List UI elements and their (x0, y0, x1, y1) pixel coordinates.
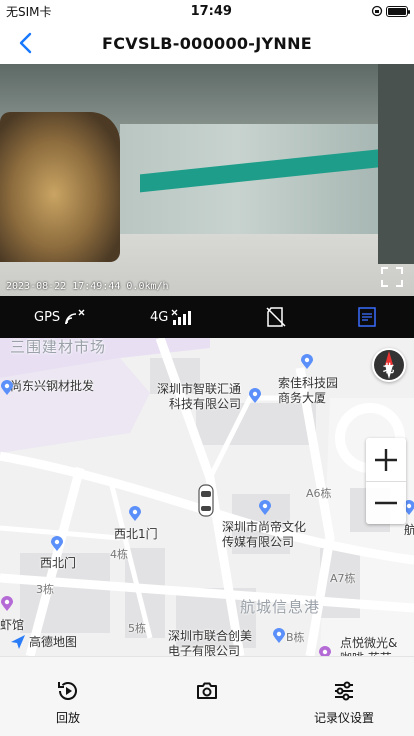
map-label-shangdi: 深圳市尚帝文化 传媒有限公司 (222, 520, 307, 549)
map-poi-icon[interactable] (0, 380, 14, 396)
sd-card-status[interactable] (265, 296, 287, 338)
map-poi-icon[interactable] (272, 628, 286, 644)
chevron-left-icon (19, 32, 32, 54)
amap-logo-text: 高德地图 (29, 635, 78, 649)
map-poi-icon[interactable] (0, 596, 14, 612)
amap-logo: 高德地图 (10, 633, 77, 650)
map-label-a6: A6栋 (306, 487, 332, 500)
gps-signal-off-icon (65, 309, 85, 325)
no-sd-card-icon (266, 307, 286, 327)
map-poi-icon[interactable] (50, 536, 64, 552)
map-poi-icon[interactable] (248, 388, 262, 404)
battery-icon (386, 5, 410, 17)
snapshot-button[interactable] (195, 679, 219, 709)
map-label-suojia: 索佳科技园 商务大厦 (278, 376, 339, 405)
map-label-xiaguan: 虾馆 (0, 618, 25, 632)
map-poi-icon[interactable] (300, 354, 314, 370)
map-poi-icon[interactable] (128, 506, 142, 522)
map-label-lianhe: 深圳市联合创美 电子有限公司 (168, 629, 253, 656)
gps-status: GPS (34, 296, 86, 338)
map-label-area-top: 三围建材市场 (10, 338, 107, 356)
live-video[interactable]: 2023-08-22 17:49:44 0.0km/h (0, 64, 414, 296)
status-icons (371, 5, 410, 17)
fullscreen-button[interactable] (380, 266, 404, 288)
carrier-label: 无SIM卡 (6, 4, 52, 19)
document-icon (358, 307, 376, 327)
plus-icon (375, 448, 397, 471)
status-bar: 无SIM卡 17:49 (0, 0, 414, 22)
playback-label: 回放 (56, 711, 81, 725)
map-label-dong3: 3栋 (36, 583, 54, 596)
gps-label: GPS (34, 309, 61, 325)
zoom-in-button[interactable] (366, 438, 406, 481)
map-label-shangdong: 尚东兴钢材批发 (10, 379, 95, 393)
fullscreen-icon (381, 267, 403, 287)
settings-sliders-icon (335, 681, 353, 701)
minus-icon (375, 501, 397, 505)
map-label-hangcheng: 航城信息港 (240, 598, 321, 616)
orientation-lock-icon (371, 5, 383, 17)
video-right-wall (378, 64, 414, 264)
log-button[interactable] (356, 296, 378, 338)
compass-button[interactable]: 北 (372, 348, 406, 382)
recorder-settings-label: 记录仪设置 (314, 711, 375, 725)
nav-bar: FCVSLB-000000-JYNNE (0, 22, 414, 64)
zoom-controls (366, 438, 406, 524)
cellular-signal-icon (171, 309, 192, 325)
map-poi-icon[interactable] (258, 500, 272, 516)
map-label-zhihui: 深圳市智联汇通 科技有限公司 (157, 382, 242, 411)
device-status-bar: GPS 4G (0, 296, 414, 338)
map-view[interactable]: 三围建材市场 尚东兴钢材批发 深圳市智联汇通 科技有限公司 索佳科技园 商务大厦… (0, 338, 414, 656)
compass-north-label: 北 (383, 362, 394, 375)
map-label-hang: 航 (404, 523, 414, 537)
clock: 17:49 (190, 3, 232, 19)
map-label-dianyue: 点悦微光& 咖啡·花艺 (340, 636, 398, 656)
video-timestamp: 2023-08-22 17:49:44 0.0km/h (6, 281, 169, 292)
vehicle-marker-icon[interactable] (196, 484, 216, 518)
map-poi-icon[interactable] (318, 646, 332, 656)
zoom-out-button[interactable] (366, 481, 406, 524)
map-label-a7: A7栋 (330, 572, 356, 585)
recorder-settings-button[interactable]: 记录仪设置 (314, 679, 374, 726)
network-label: 4G (150, 309, 169, 325)
amap-logo-icon (11, 634, 25, 649)
playback-button[interactable]: 回放 (56, 679, 80, 726)
back-button[interactable] (18, 30, 44, 56)
playback-icon (58, 682, 77, 700)
video-foreground-object (0, 112, 120, 262)
map-label-dong5: 5栋 (128, 622, 146, 635)
bottom-toolbar: 回放 记录仪设置 (0, 656, 414, 736)
network-status: 4G (150, 296, 192, 338)
map-label-b: B栋 (286, 631, 305, 644)
page-title: FCVSLB-000000-JYNNE (102, 33, 312, 53)
camera-icon (197, 682, 217, 699)
map-label-xibei1: 西北1门 (114, 527, 158, 541)
map-label-xibeimen: 西北门 (40, 556, 77, 570)
map-label-dong4: 4栋 (110, 548, 128, 561)
